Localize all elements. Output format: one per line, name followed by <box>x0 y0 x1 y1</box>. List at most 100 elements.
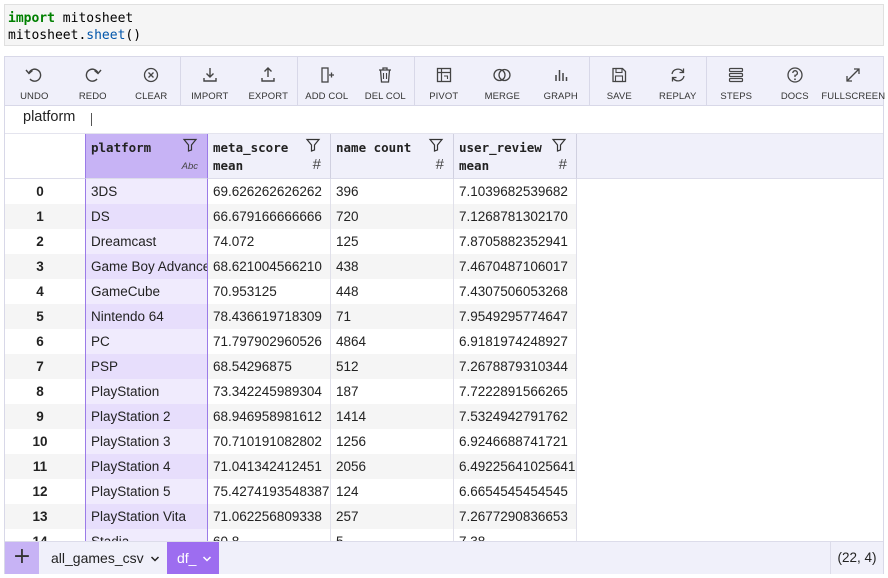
table-cell[interactable]: 74.072 <box>208 229 331 254</box>
table-cell[interactable]: 3DS <box>85 179 208 204</box>
table-cell[interactable]: 512 <box>331 354 454 379</box>
table-cell[interactable]: 4864 <box>331 329 454 354</box>
table-cell[interactable]: PSP <box>85 354 208 379</box>
table-cell[interactable]: 68.946958981612 <box>208 404 331 429</box>
table-cell[interactable]: PlayStation <box>85 379 208 404</box>
table-cell[interactable]: 1414 <box>331 404 454 429</box>
table-cell[interactable]: 6.9246688741721 <box>454 429 577 454</box>
table-cell[interactable]: 71.797902960526 <box>208 329 331 354</box>
table-cell[interactable]: PlayStation 3 <box>85 429 208 454</box>
row-index[interactable]: 7 <box>5 354 85 379</box>
table-cell[interactable]: 124 <box>331 479 454 504</box>
clear-button[interactable]: CLEAR <box>122 57 181 105</box>
table-cell[interactable]: DS <box>85 204 208 229</box>
column-header-platform[interactable]: platform Abc <box>85 134 208 179</box>
table-cell[interactable]: 396 <box>331 179 454 204</box>
table-cell[interactable]: 6.9181974248927 <box>454 329 577 354</box>
filter-icon[interactable] <box>305 137 321 153</box>
table-cell[interactable]: 60.8 <box>208 529 331 541</box>
table-cell[interactable]: 6.49225641025641 <box>454 454 577 479</box>
filter-icon[interactable] <box>182 137 198 153</box>
table-cell[interactable]: Nintendo 64 <box>85 304 208 329</box>
table-cell[interactable]: Dreamcast <box>85 229 208 254</box>
redo-button[interactable]: REDO <box>64 57 123 105</box>
graph-button[interactable]: GRAPH <box>532 57 591 105</box>
table-cell[interactable]: 7.1039682539682 <box>454 179 577 204</box>
filter-icon[interactable] <box>551 137 567 153</box>
column-header-name-count[interactable]: name count # <box>331 134 454 179</box>
table-cell[interactable]: 7.8705882352941 <box>454 229 577 254</box>
table-cell[interactable]: 448 <box>331 279 454 304</box>
table-cell[interactable]: 70.710191082802 <box>208 429 331 454</box>
table-cell[interactable]: 7.4307506053268 <box>454 279 577 304</box>
column-header-user-review-mean[interactable]: user_review mean # <box>454 134 577 179</box>
chevron-down-icon[interactable] <box>202 555 212 563</box>
table-cell[interactable]: 7.1268781302170 <box>454 204 577 229</box>
table-cell[interactable]: 7.2677290836653 <box>454 504 577 529</box>
import-button[interactable]: IMPORT <box>181 57 240 105</box>
table-cell[interactable]: 438 <box>331 254 454 279</box>
table-cell[interactable]: Stadia <box>85 529 208 541</box>
table-cell[interactable]: 7.9549295774647 <box>454 304 577 329</box>
fullscreen-button[interactable]: FULLSCREEN <box>821 57 885 105</box>
steps-button[interactable]: STEPS <box>707 57 766 105</box>
row-index[interactable]: 1 <box>5 204 85 229</box>
row-index[interactable]: 9 <box>5 404 85 429</box>
row-index[interactable]: 2 <box>5 229 85 254</box>
row-index[interactable]: 5 <box>5 304 85 329</box>
sheet-tab-df[interactable]: df_ <box>167 542 219 574</box>
export-button[interactable]: EXPORT <box>239 57 298 105</box>
table-cell[interactable]: 7.5324942791762 <box>454 404 577 429</box>
table-cell[interactable]: PlayStation 4 <box>85 454 208 479</box>
row-index[interactable]: 12 <box>5 479 85 504</box>
row-index[interactable]: 6 <box>5 329 85 354</box>
undo-button[interactable]: UNDO <box>5 57 64 105</box>
sheet-tab-all-games-csv[interactable]: all_games_csv <box>41 542 165 574</box>
table-cell[interactable]: PC <box>85 329 208 354</box>
table-cell[interactable]: Game Boy Advance <box>85 254 208 279</box>
table-cell[interactable]: 66.679166666666 <box>208 204 331 229</box>
row-index[interactable]: 10 <box>5 429 85 454</box>
row-index[interactable]: 11 <box>5 454 85 479</box>
table-cell[interactable]: 5 <box>331 529 454 541</box>
table-cell[interactable]: 69.626262626262 <box>208 179 331 204</box>
table-cell[interactable]: 7.7222891566265 <box>454 379 577 404</box>
table-cell[interactable]: 68.621004566210 <box>208 254 331 279</box>
row-index[interactable]: 14 <box>5 529 85 541</box>
delete-column-button[interactable]: DEL COL <box>356 57 415 105</box>
row-index[interactable]: 0 <box>5 179 85 204</box>
table-cell[interactable]: 257 <box>331 504 454 529</box>
table-cell[interactable]: 78.436619718309 <box>208 304 331 329</box>
docs-button[interactable]: DOCS <box>766 57 825 105</box>
column-header-meta-score-mean[interactable]: meta_score mean # <box>208 134 331 179</box>
table-cell[interactable]: 71 <box>331 304 454 329</box>
add-sheet-button[interactable]: + <box>5 542 39 574</box>
table-cell[interactable]: 187 <box>331 379 454 404</box>
chevron-down-icon[interactable] <box>150 555 160 563</box>
table-cell[interactable]: 1256 <box>331 429 454 454</box>
pivot-button[interactable]: PIVOT <box>415 57 474 105</box>
filter-icon[interactable] <box>428 137 444 153</box>
table-cell[interactable]: 7.2678879310344 <box>454 354 577 379</box>
table-cell[interactable]: 71.041342412451 <box>208 454 331 479</box>
table-cell[interactable]: 720 <box>331 204 454 229</box>
row-index[interactable]: 8 <box>5 379 85 404</box>
table-cell[interactable]: 70.953125 <box>208 279 331 304</box>
merge-button[interactable]: MERGE <box>473 57 532 105</box>
table-cell[interactable]: 2056 <box>331 454 454 479</box>
table-cell[interactable]: PlayStation 2 <box>85 404 208 429</box>
table-cell[interactable]: 7.38 <box>454 529 577 541</box>
table-cell[interactable]: 71.062256809338 <box>208 504 331 529</box>
add-column-button[interactable]: ADD COL <box>298 57 357 105</box>
table-cell[interactable]: PlayStation Vita <box>85 504 208 529</box>
table-cell[interactable]: PlayStation 5 <box>85 479 208 504</box>
row-index[interactable]: 4 <box>5 279 85 304</box>
table-cell[interactable]: 125 <box>331 229 454 254</box>
row-index[interactable]: 3 <box>5 254 85 279</box>
table-cell[interactable]: 6.6654545454545 <box>454 479 577 504</box>
table-cell[interactable]: 68.54296875 <box>208 354 331 379</box>
table-cell[interactable]: GameCube <box>85 279 208 304</box>
formula-bar[interactable]: platform <box>5 105 883 134</box>
row-index[interactable]: 13 <box>5 504 85 529</box>
table-cell[interactable]: 7.4670487106017 <box>454 254 577 279</box>
